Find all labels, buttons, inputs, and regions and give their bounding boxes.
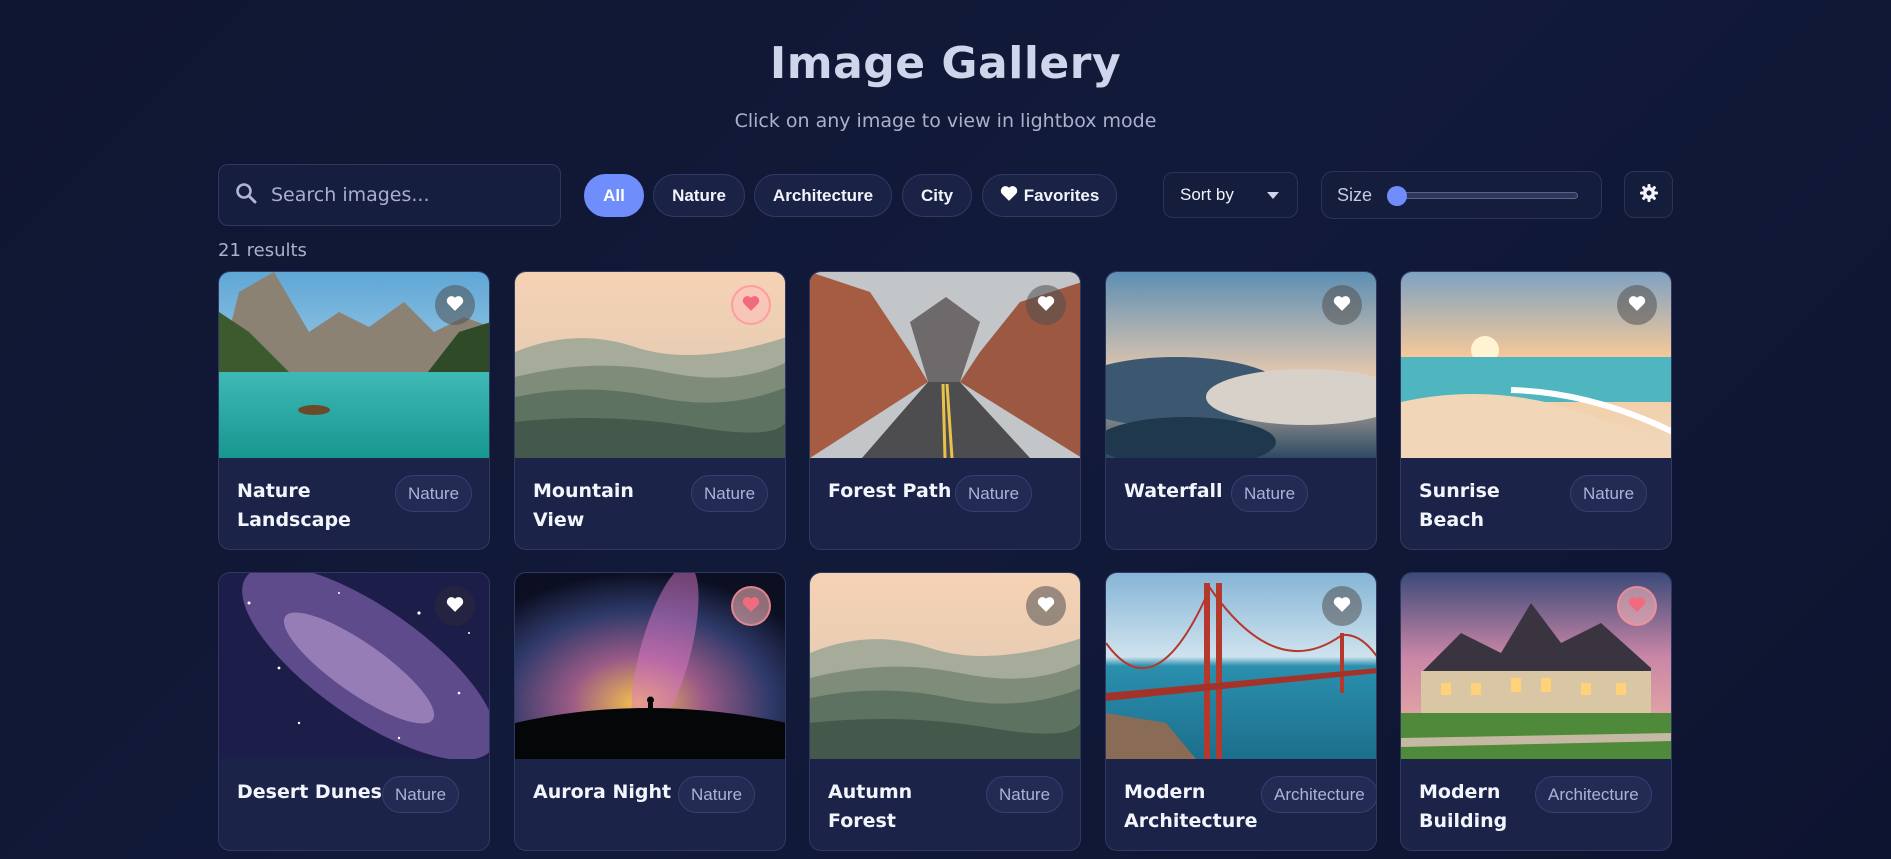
- sort-dropdown[interactable]: Sort by: [1163, 172, 1298, 218]
- size-slider-thumb[interactable]: [1387, 185, 1408, 206]
- card-title: Desert Dunes: [237, 781, 382, 803]
- gallery-card[interactable]: Sunrise Beach Nature: [1400, 271, 1672, 550]
- card-tag: Nature: [395, 475, 473, 512]
- gallery-card[interactable]: Autumn Forest Nature: [809, 572, 1081, 851]
- heart-icon: [742, 596, 760, 616]
- heart-icon: [1037, 596, 1055, 616]
- heart-icon: [1333, 295, 1351, 315]
- search-icon: [235, 182, 257, 208]
- search-input[interactable]: [271, 184, 551, 206]
- card-tag: Nature: [382, 776, 460, 813]
- gallery-card[interactable]: Mountain View Nature: [514, 271, 786, 550]
- size-label: Size: [1337, 184, 1373, 205]
- card-tag: Nature: [678, 776, 756, 813]
- favorite-button[interactable]: [435, 285, 475, 325]
- filter-all-label: All: [603, 185, 625, 205]
- card-tag: Architecture: [1261, 776, 1376, 813]
- gallery-card[interactable]: Waterfall Nature: [1105, 271, 1377, 550]
- card-tag: Nature: [1570, 475, 1648, 512]
- heart-icon: [1628, 295, 1646, 315]
- sort-label: Sort by: [1180, 185, 1234, 204]
- size-slider[interactable]: [1387, 185, 1579, 206]
- favorite-button[interactable]: [1322, 285, 1362, 325]
- filter-favorites[interactable]: Favorites: [982, 174, 1117, 217]
- page-title: Image Gallery: [769, 38, 1122, 89]
- card-tag: Nature: [1231, 475, 1309, 512]
- settings-button[interactable]: [1624, 171, 1673, 218]
- card-tag: Nature: [691, 475, 769, 512]
- card-tag: Architecture: [1535, 776, 1652, 813]
- gallery-card[interactable]: Forest Path Nature: [809, 271, 1081, 550]
- card-title: Mountain View: [533, 480, 634, 531]
- gallery-card[interactable]: Modern Building Architecture: [1400, 572, 1672, 851]
- card-tag: Nature: [986, 776, 1064, 813]
- heart-icon: [1037, 295, 1055, 315]
- filter-favorites-label: Favorites: [1023, 185, 1100, 205]
- filter-city[interactable]: City: [902, 174, 972, 217]
- size-control: Size: [1321, 171, 1602, 219]
- gear-icon: [1639, 183, 1659, 207]
- favorite-button[interactable]: [1322, 586, 1362, 626]
- favorite-button[interactable]: [1617, 586, 1657, 626]
- gallery-card[interactable]: Modern Architecture Architecture: [1105, 572, 1377, 851]
- card-title: Sunrise Beach: [1419, 480, 1500, 531]
- heart-icon: [1333, 596, 1351, 616]
- heart-icon: [446, 596, 464, 616]
- heart-icon: [1628, 596, 1646, 616]
- gallery-card[interactable]: Desert Dunes Nature: [218, 572, 490, 851]
- heart-icon: [1000, 185, 1018, 206]
- filter-nature[interactable]: Nature: [653, 174, 745, 217]
- filter-nature-label: Nature: [672, 185, 726, 205]
- card-title: Autumn Forest: [828, 781, 913, 832]
- gallery-card[interactable]: Nature Landscape Nature: [218, 271, 490, 550]
- favorite-button[interactable]: [1026, 586, 1066, 626]
- favorite-button[interactable]: [1026, 285, 1066, 325]
- results-count: 21 results: [218, 240, 307, 261]
- gallery-card[interactable]: Aurora Night Nature: [514, 572, 786, 851]
- favorite-button[interactable]: [731, 586, 771, 626]
- filter-city-label: City: [920, 185, 954, 205]
- heart-icon: [742, 295, 760, 315]
- chevron-down-icon: [1267, 191, 1279, 199]
- card-tag: Nature: [955, 475, 1033, 512]
- page-subtitle: Click on any image to view in lightbox m…: [734, 110, 1157, 132]
- filter-architecture-label: Architecture: [772, 185, 874, 205]
- favorite-button[interactable]: [435, 586, 475, 626]
- filter-architecture[interactable]: Architecture: [754, 174, 892, 217]
- card-title: Aurora Night: [533, 781, 672, 803]
- favorite-button[interactable]: [1617, 285, 1657, 325]
- card-title: Nature Landscape: [237, 480, 351, 531]
- heart-icon: [446, 295, 464, 315]
- card-title: Modern Architecture: [1124, 781, 1258, 832]
- search-box[interactable]: [218, 164, 561, 226]
- filter-all[interactable]: All: [584, 174, 644, 217]
- favorite-button[interactable]: [731, 285, 771, 325]
